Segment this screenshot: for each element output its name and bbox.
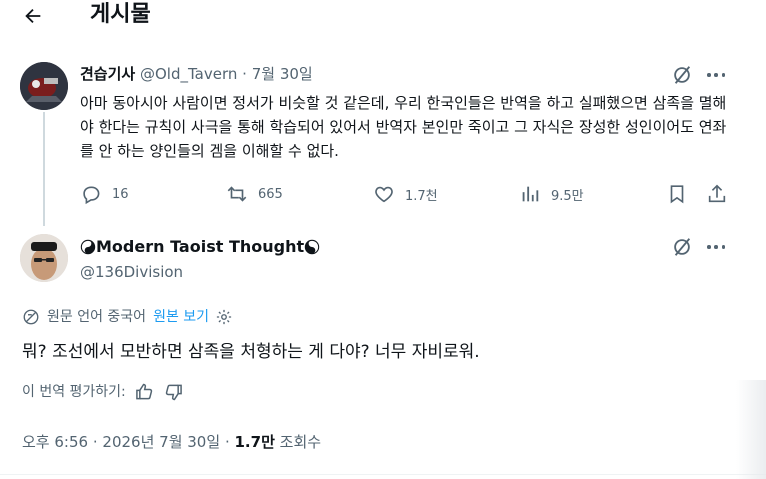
reply-count: 16 — [112, 186, 129, 202]
main-post-text: 뭐? 조선에서 모반하면 삼족을 처형하는 게 다야? 너무 자비로워. — [22, 342, 480, 362]
bookmark-button[interactable] — [666, 182, 688, 206]
main-author-name: Modern Taoist Thought — [96, 237, 305, 256]
back-button[interactable] — [20, 4, 46, 28]
post-date[interactable]: 2026년 7월 30일 — [102, 433, 220, 451]
scroll-shade — [736, 380, 766, 479]
post-timestamp: 오후 6:56 · 2026년 7월 30일 · 1.7만 조회수 — [22, 431, 321, 453]
translation-label: 원문 언어 중국어 — [47, 309, 147, 325]
parent-post-date[interactable]: 7월 30일 — [252, 65, 313, 83]
reply-icon — [83, 186, 100, 205]
like-button[interactable]: 1.7천 — [373, 182, 438, 206]
like-count: 1.7천 — [405, 188, 438, 204]
views-count: 9.5만 — [551, 188, 584, 204]
translation-info: 원문 언어 중국어 원본 보기 — [22, 307, 233, 327]
yin-yang-icon — [80, 239, 96, 255]
parent-post-meta: 견습기사 @Old_Tavern · 7월 30일 — [80, 64, 313, 84]
post-time[interactable]: 오후 6:56 — [22, 433, 88, 451]
parent-author-name[interactable]: 견습기사 — [80, 65, 135, 83]
views-icon — [522, 186, 539, 202]
grok-icon[interactable] — [671, 236, 693, 258]
rate-translation: 이 번역 평가하기: — [22, 381, 184, 403]
show-original-link[interactable]: 원본 보기 — [153, 307, 209, 327]
parent-author-handle[interactable]: @Old_Tavern — [140, 65, 237, 83]
views-button[interactable]: 9.5만 — [519, 182, 584, 206]
reply-button[interactable]: 16 — [80, 182, 129, 206]
avatar-image — [20, 234, 68, 282]
share-icon — [708, 184, 726, 203]
translate-icon — [23, 309, 39, 325]
post-views-label: 조회수 — [279, 433, 322, 451]
more-options-icon[interactable] — [705, 64, 727, 86]
main-author-name-row[interactable]: Modern Taoist Thought — [80, 236, 320, 258]
parent-post-text: 아마 동아시아 사람이면 정서가 비슷할 것 같은데, 우리 한국인들은 반역을… — [80, 94, 727, 160]
grok-icon[interactable] — [671, 64, 693, 86]
meta-separator: · — [92, 433, 98, 451]
rate-label: 이 번역 평가하기: — [22, 384, 126, 400]
meta-separator: · — [242, 65, 247, 83]
divider — [0, 474, 766, 475]
bookmark-icon — [670, 185, 684, 204]
thread-connector-line — [43, 112, 45, 226]
yin-yang-icon — [304, 239, 320, 255]
post-views-count: 1.7만 — [234, 433, 275, 451]
main-author-avatar[interactable] — [20, 234, 68, 282]
repost-button[interactable]: 665 — [226, 182, 283, 206]
thumbs-up-icon[interactable] — [134, 382, 154, 402]
gear-icon[interactable] — [215, 308, 233, 326]
page-title: 게시물 — [90, 2, 151, 27]
main-author-handle[interactable]: @136Division — [80, 262, 183, 282]
avatar-image — [20, 62, 68, 110]
header: 게시물 — [0, 0, 766, 34]
repost-icon — [227, 186, 247, 202]
arrow-left-icon — [25, 8, 41, 24]
thumbs-down-icon[interactable] — [164, 382, 184, 402]
heart-icon — [375, 186, 393, 203]
share-button[interactable] — [706, 182, 728, 206]
more-options-icon[interactable] — [705, 236, 727, 258]
parent-author-avatar[interactable] — [20, 62, 68, 110]
meta-separator: · — [224, 433, 230, 451]
repost-count: 665 — [258, 186, 283, 202]
